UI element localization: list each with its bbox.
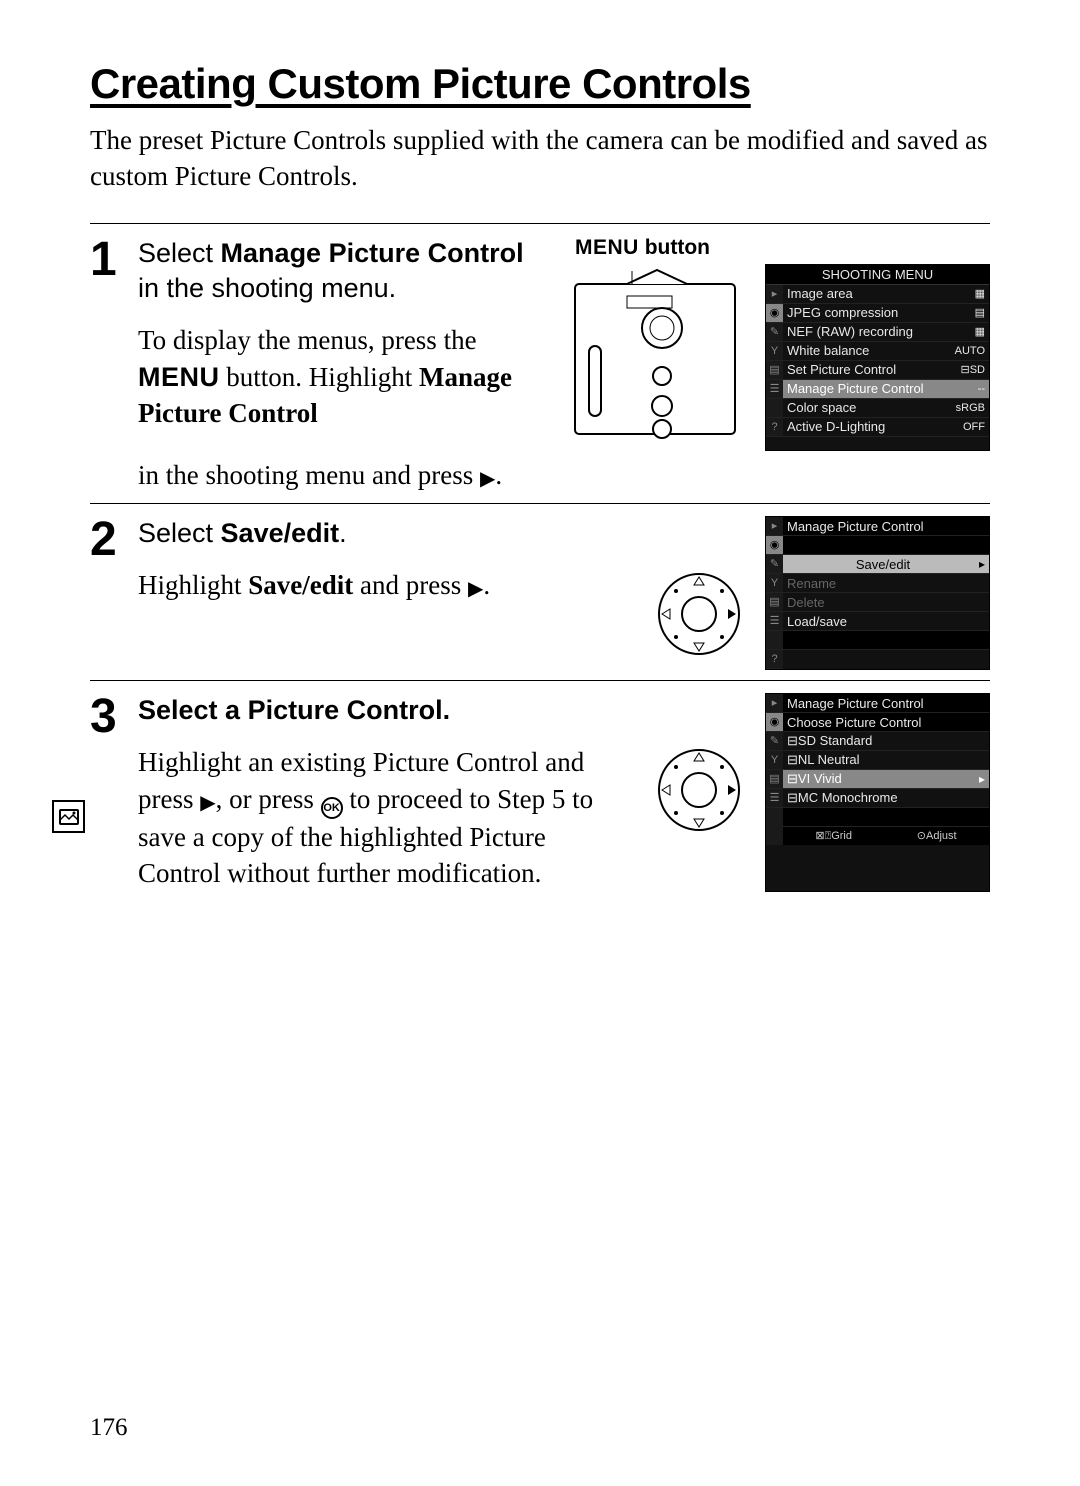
lcd-row: JPEG compression▤ xyxy=(783,304,989,323)
lcd-row: Load/save xyxy=(783,612,989,631)
lcd-row: Active D-LightingOFF xyxy=(783,418,989,437)
lcd-footer: ⊠⍰Grid⊙Adjust xyxy=(783,827,989,845)
divider xyxy=(90,223,990,224)
lcd2-rows: Save/edit▸RenameDeleteLoad/save xyxy=(783,555,989,631)
step-heading: Select Manage Picture Control in the sho… xyxy=(138,236,549,306)
step-note-cont: in the shooting menu and press ▶. xyxy=(138,457,990,493)
lcd-tab-icons: ▸◉✎Y▤☰? xyxy=(766,285,783,437)
step-note: Highlight an existing Picture Control an… xyxy=(138,744,634,891)
lcd-choose-picture-control: ▸◉✎Y▤☰ Manage Picture Control Choose Pic… xyxy=(765,693,990,891)
lcd-tab-icons: ▸◉✎Y▤☰? xyxy=(766,517,783,669)
lcd-row: Save/edit▸ xyxy=(783,555,989,574)
lcd-row: NEF (RAW) recording▦ xyxy=(783,323,989,342)
camera-illustration xyxy=(567,266,747,451)
step-number: 1 xyxy=(90,236,124,493)
section-tab-icon xyxy=(52,800,85,833)
divider xyxy=(90,680,990,681)
step-note: Highlight Save/edit and press ▶. xyxy=(138,567,634,603)
lcd-row: Manage Picture Control-- xyxy=(783,380,989,399)
lcd-row: ⊟NL Neutral xyxy=(783,751,989,770)
lcd-row: Rename xyxy=(783,574,989,593)
right-triangle-icon: ▶ xyxy=(468,576,483,603)
right-triangle-icon: ▶ xyxy=(200,790,215,817)
lcd-row: ⊟MC Monochrome xyxy=(783,789,989,808)
step-3: 3 Select a Picture Control. Highlight an… xyxy=(90,693,990,891)
lcd-manage-picture-control: ▸◉✎Y▤☰? Manage Picture Control Save/edit… xyxy=(765,516,990,670)
lcd-tab-icons: ▸◉✎Y▤☰ xyxy=(766,694,783,845)
multiselector-illustration xyxy=(652,567,747,662)
lcd1-rows: Image area▦JPEG compression▤NEF (RAW) re… xyxy=(783,285,989,437)
lcd-title: SHOOTING MENU xyxy=(766,265,989,285)
divider xyxy=(90,503,990,504)
step-note-partial: To display the menus, press the MENU but… xyxy=(138,322,549,431)
multiselector-illustration xyxy=(652,743,747,838)
page-number: 176 xyxy=(90,1414,128,1442)
intro-paragraph: The preset Picture Controls supplied wit… xyxy=(90,122,990,195)
step-heading: Select Save/edit. xyxy=(138,516,634,551)
lcd-row: Set Picture Control⊟SD xyxy=(783,361,989,380)
step-number: 3 xyxy=(90,693,124,891)
lcd-row: White balanceAUTO xyxy=(783,342,989,361)
lcd-shooting-menu: SHOOTING MENU ▸◉✎Y▤☰? Image area▦JPEG co… xyxy=(765,264,990,451)
lcd-row: ⊟VI Vivid▸ xyxy=(783,770,989,789)
step-heading: Select a Picture Control. xyxy=(138,693,634,728)
lcd-row: ⊟SD Standard xyxy=(783,732,989,751)
page-title: Creating Custom Picture Controls xyxy=(90,60,990,108)
step-1: 1 Select Manage Picture Control in the s… xyxy=(90,236,990,493)
step-number: 2 xyxy=(90,516,124,670)
lcd-row: Color spacesRGB xyxy=(783,399,989,418)
menu-button-callout: MENU button xyxy=(567,236,710,260)
lcd-row: Image area▦ xyxy=(783,285,989,304)
lcd3-rows: ⊟SD Standard⊟NL Neutral⊟VI Vivid▸⊟MC Mon… xyxy=(783,732,989,808)
right-triangle-icon: ▶ xyxy=(480,466,495,493)
step-2: 2 Select Save/edit. Highlight Save/edit … xyxy=(90,516,990,670)
lcd-row: Delete xyxy=(783,593,989,612)
ok-button-icon: OK xyxy=(321,797,343,819)
